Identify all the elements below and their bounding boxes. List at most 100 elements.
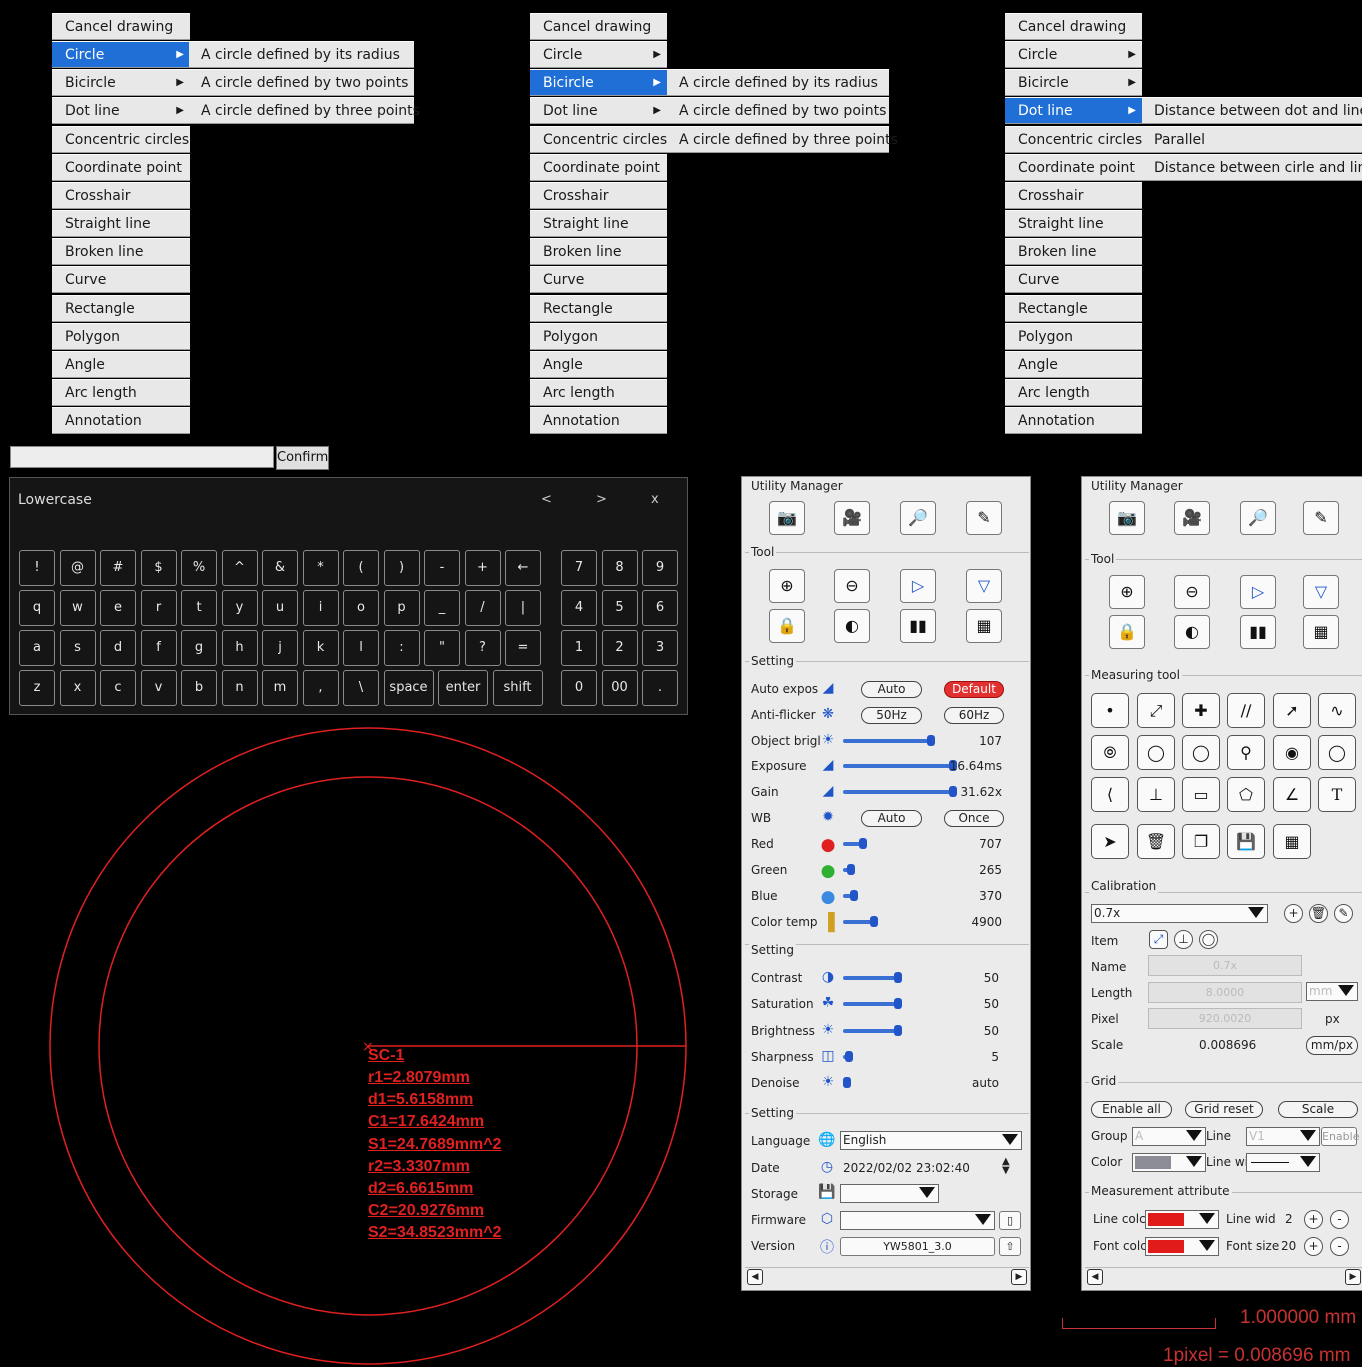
delete-icon[interactable]: 🗑 xyxy=(1137,824,1175,859)
key-shift[interactable]: shift xyxy=(492,670,543,706)
key-h[interactable]: h xyxy=(221,630,258,666)
menu-item-annotation[interactable]: Annotation xyxy=(52,407,190,434)
wb-once-button[interactable]: Once xyxy=(944,810,1004,827)
key-y[interactable]: y xyxy=(221,590,258,626)
grid-color-select[interactable] xyxy=(1132,1153,1206,1172)
key-g[interactable]: g xyxy=(181,630,217,666)
confirm-button[interactable]: Confirm xyxy=(276,446,329,470)
key-x[interactable]: x xyxy=(59,670,96,706)
key-k[interactable]: k xyxy=(302,630,339,666)
line-width-increase-button[interactable]: + xyxy=(1304,1210,1323,1229)
key-*[interactable]: * xyxy=(302,550,339,586)
key-w[interactable]: w xyxy=(59,590,96,626)
key-n[interactable]: n xyxy=(221,670,258,706)
menu-item-broken-line[interactable]: Broken line xyxy=(1005,238,1142,265)
key-$[interactable]: $ xyxy=(140,550,177,586)
menu-item-angle[interactable]: Angle xyxy=(52,351,190,378)
zoom-out-icon[interactable]: ⊖ xyxy=(1174,575,1210,609)
measure-tools-icon[interactable]: ✎ xyxy=(966,501,1002,535)
menu-item-circle[interactable]: Circle ▶ xyxy=(1005,41,1142,68)
group-select[interactable]: A xyxy=(1132,1127,1206,1146)
submenu-item[interactable]: Distance between dot and line xyxy=(1142,97,1362,124)
key-=[interactable]: = xyxy=(505,630,541,666)
menu-item-arc-length[interactable]: Arc length xyxy=(52,379,190,406)
menu-item-curve[interactable]: Curve xyxy=(1005,266,1142,293)
parallel-tool-icon[interactable]: ∕∕ xyxy=(1227,693,1265,728)
measurement-report-icon[interactable]: 🔎 xyxy=(900,501,936,535)
circle-radius-tool-icon[interactable]: ⦾ xyxy=(1091,735,1129,770)
object-bright-slider-knob[interactable] xyxy=(927,735,935,746)
font-size-decrease-button[interactable]: - xyxy=(1330,1237,1349,1256)
calib-perpendicular-icon[interactable]: ⊥ xyxy=(1174,930,1193,949)
menu-item-dot-line[interactable]: Dot line ▶ xyxy=(1005,97,1142,124)
grid-reset-button[interactable]: Grid reset xyxy=(1185,1101,1263,1118)
submenu-item[interactable]: A circle defined by three points xyxy=(189,97,420,124)
measure-tools-icon[interactable]: ✎ xyxy=(1303,501,1339,535)
brightness-slider-knob[interactable] xyxy=(894,1024,902,1036)
text-input-field[interactable] xyxy=(10,446,274,468)
menu-item-rectangle[interactable]: Rectangle xyxy=(1005,295,1142,322)
contrast-slider-knob[interactable] xyxy=(894,972,902,983)
menu-item-cancel-drawing[interactable]: Cancel drawing xyxy=(1005,13,1142,40)
key-i[interactable]: i xyxy=(302,590,339,626)
numpad-key-.[interactable]: . xyxy=(642,670,678,706)
menu-item-concentric-circles[interactable]: Concentric circles xyxy=(52,126,190,153)
menu-item-bicircle[interactable]: Bicircle ▶ xyxy=(52,69,190,96)
gain-slider-track[interactable] xyxy=(843,790,953,794)
menu-item-arc-length[interactable]: Arc length xyxy=(1005,379,1142,406)
submenu-item[interactable]: Parallel xyxy=(1142,126,1362,153)
50hz-button[interactable]: 50Hz xyxy=(861,707,922,724)
circle-three-point-tool-icon[interactable]: ◯ xyxy=(1182,735,1220,770)
menu-item-crosshair[interactable]: Crosshair xyxy=(52,182,190,209)
flip-horizontal-icon[interactable]: ▷ xyxy=(900,569,936,603)
scroll-right-icon[interactable]: ▶ xyxy=(1345,1269,1361,1285)
menu-item-annotation[interactable]: Annotation xyxy=(1005,407,1142,434)
name-field[interactable]: 0.7x xyxy=(1148,955,1302,976)
grid-line-width-select[interactable] xyxy=(1246,1153,1320,1172)
contrast-icon[interactable]: ◐ xyxy=(1174,615,1210,649)
sharpness-slider-knob[interactable] xyxy=(844,1050,853,1062)
key-)[interactable]: ) xyxy=(383,550,420,586)
key-&[interactable]: & xyxy=(262,550,298,586)
key-q[interactable]: q xyxy=(19,590,55,626)
quad-view-icon[interactable]: ▦ xyxy=(1303,615,1339,649)
grid-enable-toggle[interactable]: Enable xyxy=(1321,1127,1359,1146)
numpad-key-0[interactable]: 0 xyxy=(561,670,597,706)
menu-item-broken-line[interactable]: Broken line xyxy=(530,238,667,265)
key-\[interactable]: \ xyxy=(343,670,379,706)
saturation-slider-knob[interactable] xyxy=(894,998,902,1010)
wb-auto-button[interactable]: Auto xyxy=(861,810,922,827)
scroll-right-icon[interactable]: ▶ xyxy=(1011,1269,1027,1285)
menu-item-straight-line[interactable]: Straight line xyxy=(52,210,190,237)
contrast-slider-track[interactable] xyxy=(843,976,898,980)
key-u[interactable]: u xyxy=(262,590,298,626)
video-camera-icon[interactable]: 🎥 xyxy=(834,501,870,535)
numpad-key-6[interactable]: 6 xyxy=(642,590,678,626)
auto-exposure-button[interactable]: Auto xyxy=(861,681,922,698)
split-view-icon[interactable]: ▮▮ xyxy=(1240,615,1276,649)
key-s[interactable]: s xyxy=(59,630,96,666)
key-c[interactable]: c xyxy=(100,670,136,706)
numpad-key-3[interactable]: 3 xyxy=(642,630,678,666)
key-?[interactable]: ? xyxy=(464,630,501,666)
green-slider-knob[interactable] xyxy=(846,864,855,875)
submenu-item[interactable]: A circle defined by two points xyxy=(189,69,414,96)
menu-item-coordinate-point[interactable]: Coordinate point xyxy=(530,154,667,181)
save-icon[interactable]: 💾 xyxy=(1227,824,1265,859)
submenu-item[interactable]: A circle defined by three points xyxy=(667,126,898,153)
key-,[interactable]: , xyxy=(302,670,339,706)
key-/[interactable]: / xyxy=(464,590,501,626)
firmware-upgrade-icon[interactable]: ▯ xyxy=(999,1211,1021,1230)
camera-icon[interactable]: 📷 xyxy=(769,501,805,535)
roi-lock-icon[interactable]: 🔒 xyxy=(1109,615,1145,649)
line-select[interactable]: V1 xyxy=(1246,1127,1320,1146)
flip-vertical-icon[interactable]: ▽ xyxy=(966,569,1002,603)
measurement-report-icon[interactable]: 🔎 xyxy=(1240,501,1276,535)
scale-unit-button[interactable]: mm/px xyxy=(1306,1036,1358,1055)
menu-item-dot-line[interactable]: Dot line ▶ xyxy=(530,97,667,124)
60hz-button[interactable]: 60Hz xyxy=(944,707,1004,724)
menu-item-polygon[interactable]: Polygon xyxy=(52,323,190,350)
calib-circle-icon[interactable]: ◯ xyxy=(1199,930,1218,949)
key-j[interactable]: j xyxy=(262,630,298,666)
menu-item-crosshair[interactable]: Crosshair xyxy=(1005,182,1142,209)
